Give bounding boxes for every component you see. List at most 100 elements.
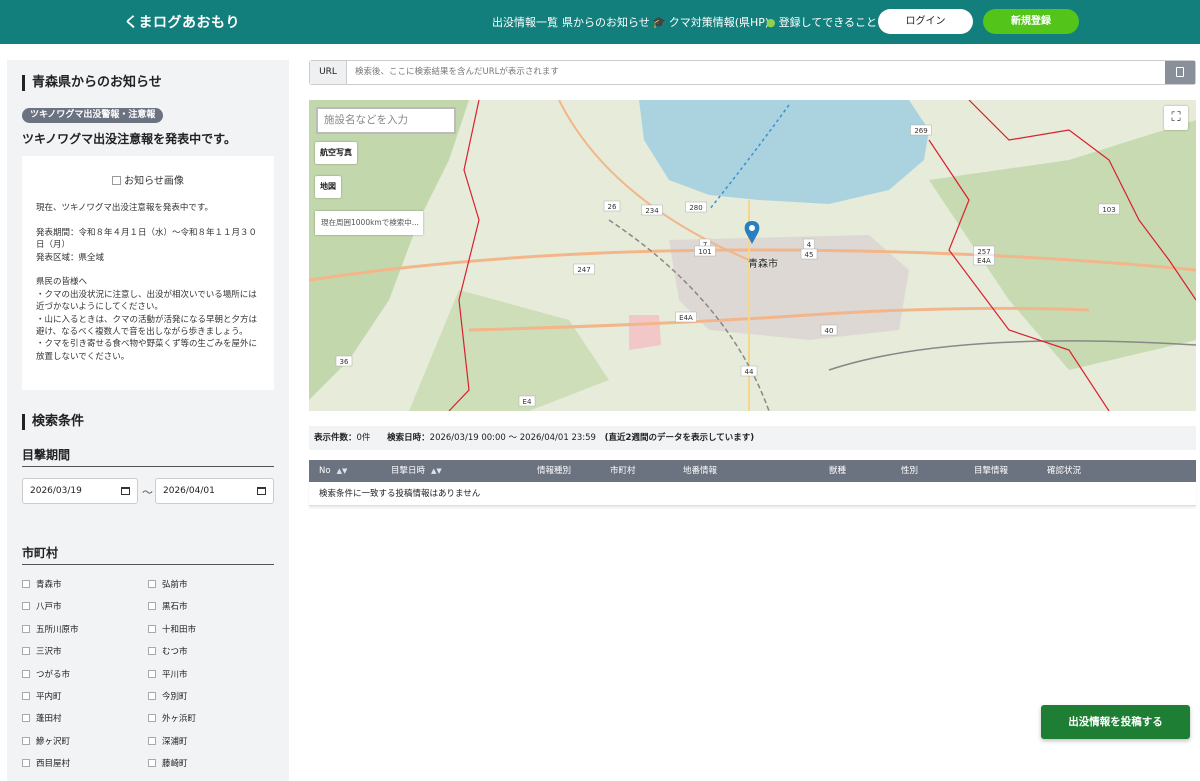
municipality-checkbox[interactable]: 鰺ヶ沢町 <box>22 735 70 747</box>
login-button[interactable]: ログイン <box>878 9 973 34</box>
checkbox-icon[interactable] <box>22 759 30 768</box>
municipality-checkbox[interactable]: 平内町 <box>22 690 62 702</box>
road-number-text: 101 <box>698 248 711 256</box>
municipality-checkbox[interactable]: 西目屋村 <box>22 757 70 769</box>
period-title: 目撃期間 <box>22 446 274 467</box>
municipality-label: 弘前市 <box>162 580 188 590</box>
site-logo[interactable]: くまログあおもり <box>124 12 240 32</box>
checkbox-icon[interactable] <box>148 624 156 633</box>
url-label: URL <box>310 61 347 84</box>
checkbox-icon[interactable] <box>148 714 156 723</box>
municipality-label: 三沢市 <box>36 647 62 658</box>
checkbox-icon[interactable] <box>22 624 30 633</box>
road-number-text: E4A <box>679 314 693 322</box>
date-to-value: 2026/04/01 <box>163 486 215 496</box>
column-header-type: 情報種別 <box>537 466 572 476</box>
nav-measures-link[interactable]: 🎓 クマ対策情報(県HP) <box>652 14 769 30</box>
post-sighting-button[interactable]: 出没情報を投稿する <box>1041 705 1190 739</box>
road-number-text: E4A <box>977 257 991 265</box>
municipality-checkbox[interactable]: 八戸市 <box>22 600 62 612</box>
municipality-checkbox[interactable]: 外ヶ浜町 <box>148 712 196 724</box>
date-from-input[interactable]: 2026/03/19 <box>22 478 138 504</box>
column-header-label: 目撃日時 <box>391 466 426 476</box>
column-header-status: 確認状況 <box>1047 466 1082 476</box>
municipality-label: 平川市 <box>162 669 188 680</box>
road-number-text: 36 <box>340 358 349 366</box>
municipality-checkbox[interactable]: つがる市 <box>22 668 70 680</box>
nav-benefits-link[interactable]: ● 登録してできること <box>766 14 877 30</box>
checkbox-icon[interactable] <box>22 692 30 700</box>
date-to-input[interactable]: 2026/04/01 <box>155 478 274 504</box>
municipality-label: 蓬田村 <box>36 714 62 725</box>
road-number-text: 103 <box>1102 206 1115 214</box>
checkbox-icon[interactable] <box>22 580 30 588</box>
municipality-label: つがる市 <box>36 669 71 680</box>
sort-icon[interactable]: ▲▼ <box>337 467 348 475</box>
military-area <box>629 315 661 350</box>
fullscreen-icon[interactable]: ⛶ <box>1164 106 1188 130</box>
municipality-checkbox[interactable]: 平川市 <box>148 668 188 680</box>
map-search-status: 現在周囲1000kmで検索中... <box>315 211 423 235</box>
facility-search-input[interactable]: 施設名などを入力 <box>316 107 456 134</box>
municipality-label: 西目屋村 <box>36 759 71 770</box>
municipality-checkbox[interactable]: 五所川原市 <box>22 623 79 635</box>
notice-image: お知らせ画像 <box>22 172 274 187</box>
url-field[interactable]: 検索後、ここに検索結果を含んだURLが表示されます <box>355 61 559 84</box>
municipality-checkbox[interactable]: 三沢市 <box>22 645 62 657</box>
calendar-icon[interactable] <box>121 487 130 495</box>
checkbox-icon[interactable] <box>22 736 30 745</box>
sort-icon[interactable]: ▲▼ <box>431 467 442 475</box>
road-number-text: 40 <box>825 327 834 335</box>
notice-box: お知らせ画像 現在、ツキノワグマ出没注意報を発表中です。 発表期間：令和８年４月… <box>22 156 274 390</box>
nav-sightings-link[interactable]: 出没情報一覧 <box>492 14 558 30</box>
checkbox-icon[interactable] <box>148 647 156 656</box>
municipality-checkbox[interactable]: むつ市 <box>148 645 188 657</box>
municipality-checkbox[interactable]: 蓬田村 <box>22 712 62 724</box>
column-header-lot: 地番情報 <box>683 466 718 476</box>
column-header-no[interactable]: No ▲▼ <box>319 460 347 482</box>
calendar-icon[interactable] <box>257 487 266 495</box>
road-number-text: 269 <box>914 127 927 135</box>
column-header-datetime[interactable]: 目撃日時 ▲▼ <box>391 460 442 482</box>
municipality-label: 八戸市 <box>36 602 62 613</box>
road-number-text: 45 <box>805 251 814 259</box>
municipality-checkbox[interactable]: 青森市 <box>22 578 62 590</box>
checkbox-icon[interactable] <box>148 669 156 678</box>
checkbox-icon[interactable] <box>22 647 30 656</box>
datetime-value: 2026/03/19 00:00 〜 2026/04/01 23:59 <box>429 433 596 443</box>
checkbox-icon[interactable] <box>148 580 156 588</box>
nav-notices-link[interactable]: 県からのお知らせ <box>562 14 650 30</box>
municipality-checkbox[interactable]: 黒石市 <box>148 600 188 612</box>
map-view[interactable]: 26 234 280 7 101 4 45 247 E4A 40 44 36 E4 257 E4A 269 10… <box>309 100 1196 411</box>
notice-body: 現在、ツキノワグマ出没注意報を発表中です。 発表期間：令和８年４月１日（水）～令… <box>36 203 258 362</box>
road-number-label: E4 <box>518 395 536 407</box>
road-number-label: E4A <box>973 254 995 266</box>
checkbox-icon[interactable] <box>22 669 30 678</box>
checkbox-icon[interactable] <box>22 602 30 611</box>
checkbox-icon[interactable] <box>148 692 156 700</box>
municipality-checkbox[interactable]: 弘前市 <box>148 578 188 590</box>
notice-image-alt: お知らせ画像 <box>124 176 184 187</box>
register-button[interactable]: 新規登録 <box>983 9 1079 34</box>
road-number-text: 247 <box>577 266 590 274</box>
municipality-checkbox[interactable]: 十和田市 <box>148 623 196 635</box>
road-number-label: 234 <box>641 204 663 216</box>
checkbox-icon[interactable] <box>148 602 156 611</box>
road-number-label: 257 <box>973 245 995 257</box>
copy-url-button[interactable] <box>1165 61 1195 84</box>
checkbox-icon[interactable] <box>148 759 156 768</box>
municipality-checkbox[interactable]: 深浦町 <box>148 735 188 747</box>
road-number-label: 4 <box>803 238 815 250</box>
column-header-species: 獣種 <box>829 466 847 476</box>
road-number-label: 44 <box>740 365 758 377</box>
municipality-checkbox[interactable]: 藤崎町 <box>148 757 188 769</box>
aerial-photo-button[interactable]: 航空写真 <box>315 142 357 164</box>
road-number-label: 101 <box>694 245 716 257</box>
map-mode-button[interactable]: 地図 <box>315 176 341 198</box>
count-value: 0件 <box>356 433 371 443</box>
checkbox-icon[interactable] <box>148 736 156 745</box>
column-header-municipality: 市町村 <box>610 466 636 476</box>
checkbox-icon[interactable] <box>22 714 30 723</box>
municipality-checkbox[interactable]: 今別町 <box>148 690 188 702</box>
road-number-text: 234 <box>645 207 659 215</box>
